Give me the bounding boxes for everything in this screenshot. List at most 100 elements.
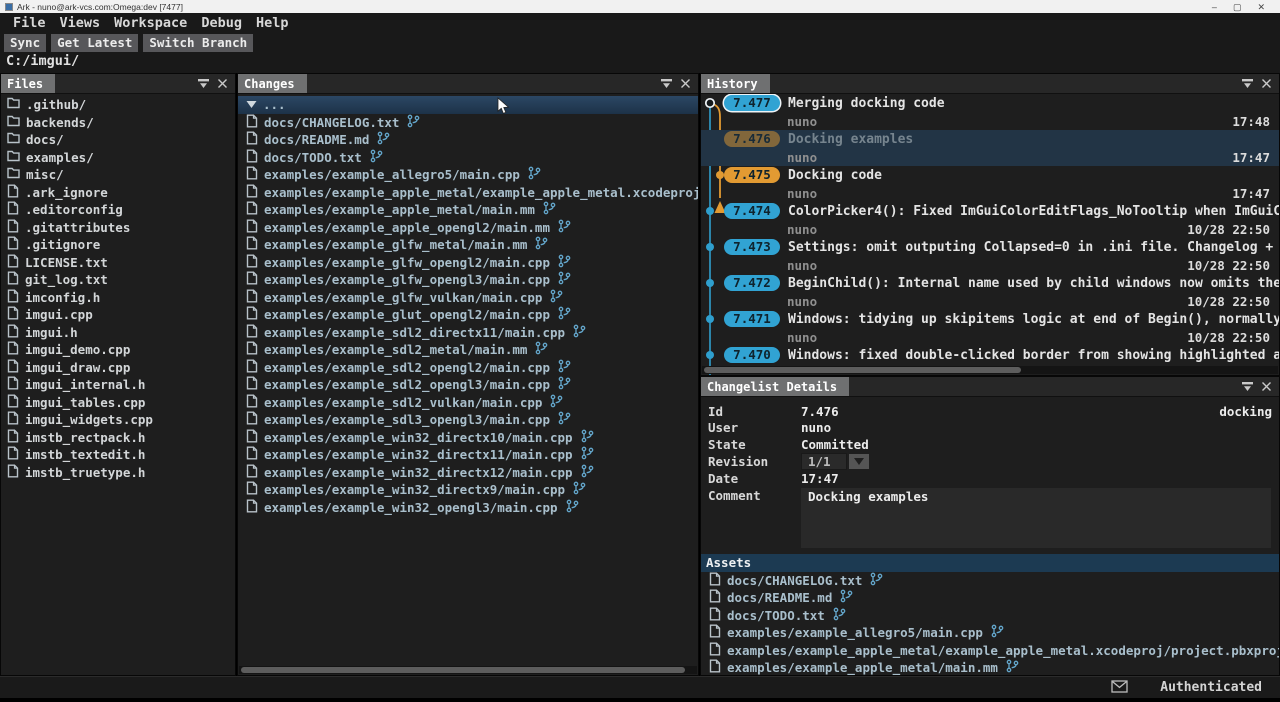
history-entry-line1: 7.472BeginChild(): Internal name used by… [701, 274, 1279, 292]
change-list-item[interactable]: examples/example_glfw_opengl3/main.cpp [238, 271, 698, 289]
file-tree-item[interactable]: backends/ [1, 114, 235, 132]
change-file-path: examples/example_sdl2_opengl2/main.cpp [264, 360, 550, 375]
change-file-path: examples/example_glfw_opengl2/main.cpp [264, 255, 550, 270]
tab-changelist-details[interactable]: Changelist Details [701, 377, 849, 396]
filter-icon[interactable] [660, 78, 673, 89]
file-icon [709, 642, 721, 659]
change-list-item[interactable]: examples/example_sdl2_opengl3/main.cpp [238, 376, 698, 394]
file-tree-item[interactable]: imgui_draw.cpp [1, 359, 235, 377]
file-icon [246, 324, 258, 341]
toolbar-button-switch-branch[interactable]: Switch Branch [143, 34, 253, 52]
asset-list-item[interactable]: examples/example_allegro5/main.cpp [701, 624, 1279, 642]
comment-field[interactable]: Docking examples [801, 488, 1271, 548]
file-name: imgui.h [25, 325, 78, 340]
change-list-item[interactable]: examples/example_apple_metal/example_app… [238, 184, 698, 202]
change-list-item[interactable]: examples/example_glfw_vulkan/main.cpp [238, 289, 698, 307]
file-tree-item[interactable]: imgui_tables.cpp [1, 394, 235, 412]
file-tree-item[interactable]: imconfig.h [1, 289, 235, 307]
file-tree-item[interactable]: docs/ [1, 131, 235, 149]
asset-list-item[interactable]: docs/README.md [701, 589, 1279, 607]
changelist-badge: 7.473 [724, 239, 780, 255]
history-hscroll-thumb[interactable] [704, 367, 1021, 373]
revision-dropdown[interactable] [849, 454, 869, 469]
file-tree-item[interactable]: .editorconfig [1, 201, 235, 219]
change-list-item[interactable]: examples/example_sdl2_directx11/main.cpp [238, 324, 698, 342]
changes-hscroll-thumb[interactable] [241, 667, 685, 673]
history-entry[interactable]: 7.477Merging docking codenuno17:48 [701, 94, 1279, 130]
change-list-item[interactable]: docs/TODO.txt [238, 149, 698, 167]
change-list-item[interactable]: examples/example_sdl2_vulkan/main.cpp [238, 394, 698, 412]
file-icon [7, 429, 19, 446]
close-icon[interactable] [680, 78, 691, 89]
change-list-item[interactable]: examples/example_glut_opengl2/main.cpp [238, 306, 698, 324]
file-tree-item[interactable]: examples/ [1, 149, 235, 167]
file-name: imgui.cpp [25, 307, 93, 322]
menu-item-workspace[interactable]: Workspace [107, 15, 194, 31]
file-tree-item[interactable]: git_log.txt [1, 271, 235, 289]
maximize-button[interactable]: ▢ [1233, 1, 1242, 13]
file-tree-item[interactable]: imstb_truetype.h [1, 464, 235, 482]
file-tree-item[interactable]: .ark_ignore [1, 184, 235, 202]
toolbar-button-sync[interactable]: Sync [4, 34, 46, 52]
change-list-item[interactable]: examples/example_glfw_opengl2/main.cpp [238, 254, 698, 272]
history-entry[interactable]: 7.475Docking codenuno17:47 [701, 166, 1279, 202]
change-list-item[interactable]: examples/example_sdl2_metal/main.mm [238, 341, 698, 359]
file-tree-item[interactable]: imstb_textedit.h [1, 446, 235, 464]
change-list-item[interactable]: docs/CHANGELOG.txt [238, 114, 698, 132]
asset-list-item[interactable]: docs/TODO.txt [701, 607, 1279, 625]
change-list-item[interactable]: examples/example_win32_opengl3/main.cpp [238, 499, 698, 517]
file-tree-item[interactable]: LICENSE.txt [1, 254, 235, 272]
asset-list-item[interactable]: docs/CHANGELOG.txt [701, 572, 1279, 590]
asset-list-item[interactable]: examples/example_apple_metal/example_app… [701, 642, 1279, 660]
menu-item-debug[interactable]: Debug [194, 15, 249, 31]
close-icon[interactable] [1261, 381, 1272, 392]
change-list-item[interactable]: examples/example_apple_metal/main.mm [238, 201, 698, 219]
branch-icon [550, 289, 563, 306]
toolbar-button-get-latest[interactable]: Get Latest [51, 34, 138, 52]
changes-root-row[interactable]: ... [238, 96, 698, 114]
history-entry-line2: nuno17:47 [701, 184, 1279, 202]
menu-item-help[interactable]: Help [249, 15, 296, 31]
change-list-item[interactable]: examples/example_sdl2_opengl2/main.cpp [238, 359, 698, 377]
change-list-item[interactable]: examples/example_win32_directx11/main.cp… [238, 446, 698, 464]
change-list-item[interactable]: examples/example_allegro5/main.cpp [238, 166, 698, 184]
branch-icon [535, 341, 548, 358]
minimize-button[interactable]: – [1212, 1, 1217, 13]
file-tree-item[interactable]: imstb_rectpack.h [1, 429, 235, 447]
history-entry[interactable]: 7.476Docking examplesnuno17:47 [701, 130, 1279, 166]
close-button[interactable]: ✕ [1257, 1, 1265, 13]
history-entry[interactable]: 7.472BeginChild(): Internal name used by… [701, 274, 1279, 310]
asset-list-item[interactable]: examples/example_apple_metal/main.mm [701, 659, 1279, 675]
change-list-item[interactable]: examples/example_win32_directx12/main.cp… [238, 464, 698, 482]
filter-icon[interactable] [1241, 381, 1254, 392]
change-list-item[interactable]: examples/example_sdl3_opengl3/main.cpp [238, 411, 698, 429]
file-tree-item[interactable]: .github/ [1, 96, 235, 114]
menu-item-file[interactable]: File [6, 15, 53, 31]
file-tree-item[interactable]: imgui.cpp [1, 306, 235, 324]
filter-icon[interactable] [1241, 78, 1254, 89]
file-tree-item[interactable]: misc/ [1, 166, 235, 184]
file-tree-item[interactable]: imgui_internal.h [1, 376, 235, 394]
close-icon[interactable] [1261, 78, 1272, 89]
change-list-item[interactable]: examples/example_apple_opengl2/main.mm [238, 219, 698, 237]
tab-history[interactable]: History [701, 74, 770, 93]
file-tree-item[interactable]: imgui.h [1, 324, 235, 342]
file-tree-item[interactable]: imgui_demo.cpp [1, 341, 235, 359]
change-list-item[interactable]: examples/example_win32_directx10/main.cp… [238, 429, 698, 447]
close-icon[interactable] [217, 78, 228, 89]
change-list-item[interactable]: examples/example_glfw_metal/main.mm [238, 236, 698, 254]
status-bar: Authenticated [0, 676, 1280, 698]
filter-icon[interactable] [197, 78, 210, 89]
branch-icon [528, 166, 541, 183]
history-entry[interactable]: 7.471Windows: tidying up skipitems logic… [701, 310, 1279, 346]
history-entry[interactable]: 7.473Settings: omit outputing Collapsed=… [701, 238, 1279, 274]
tab-changes[interactable]: Changes [238, 74, 307, 93]
tab-files[interactable]: Files [1, 74, 55, 93]
file-tree-item[interactable]: imgui_widgets.cpp [1, 411, 235, 429]
file-tree-item[interactable]: .gitignore [1, 236, 235, 254]
change-list-item[interactable]: docs/README.md [238, 131, 698, 149]
menu-item-views[interactable]: Views [53, 15, 108, 31]
change-list-item[interactable]: examples/example_win32_directx9/main.cpp [238, 481, 698, 499]
history-entry[interactable]: 7.474ColorPicker4(): Fixed ImGuiColorEdi… [701, 202, 1279, 238]
file-tree-item[interactable]: .gitattributes [1, 219, 235, 237]
